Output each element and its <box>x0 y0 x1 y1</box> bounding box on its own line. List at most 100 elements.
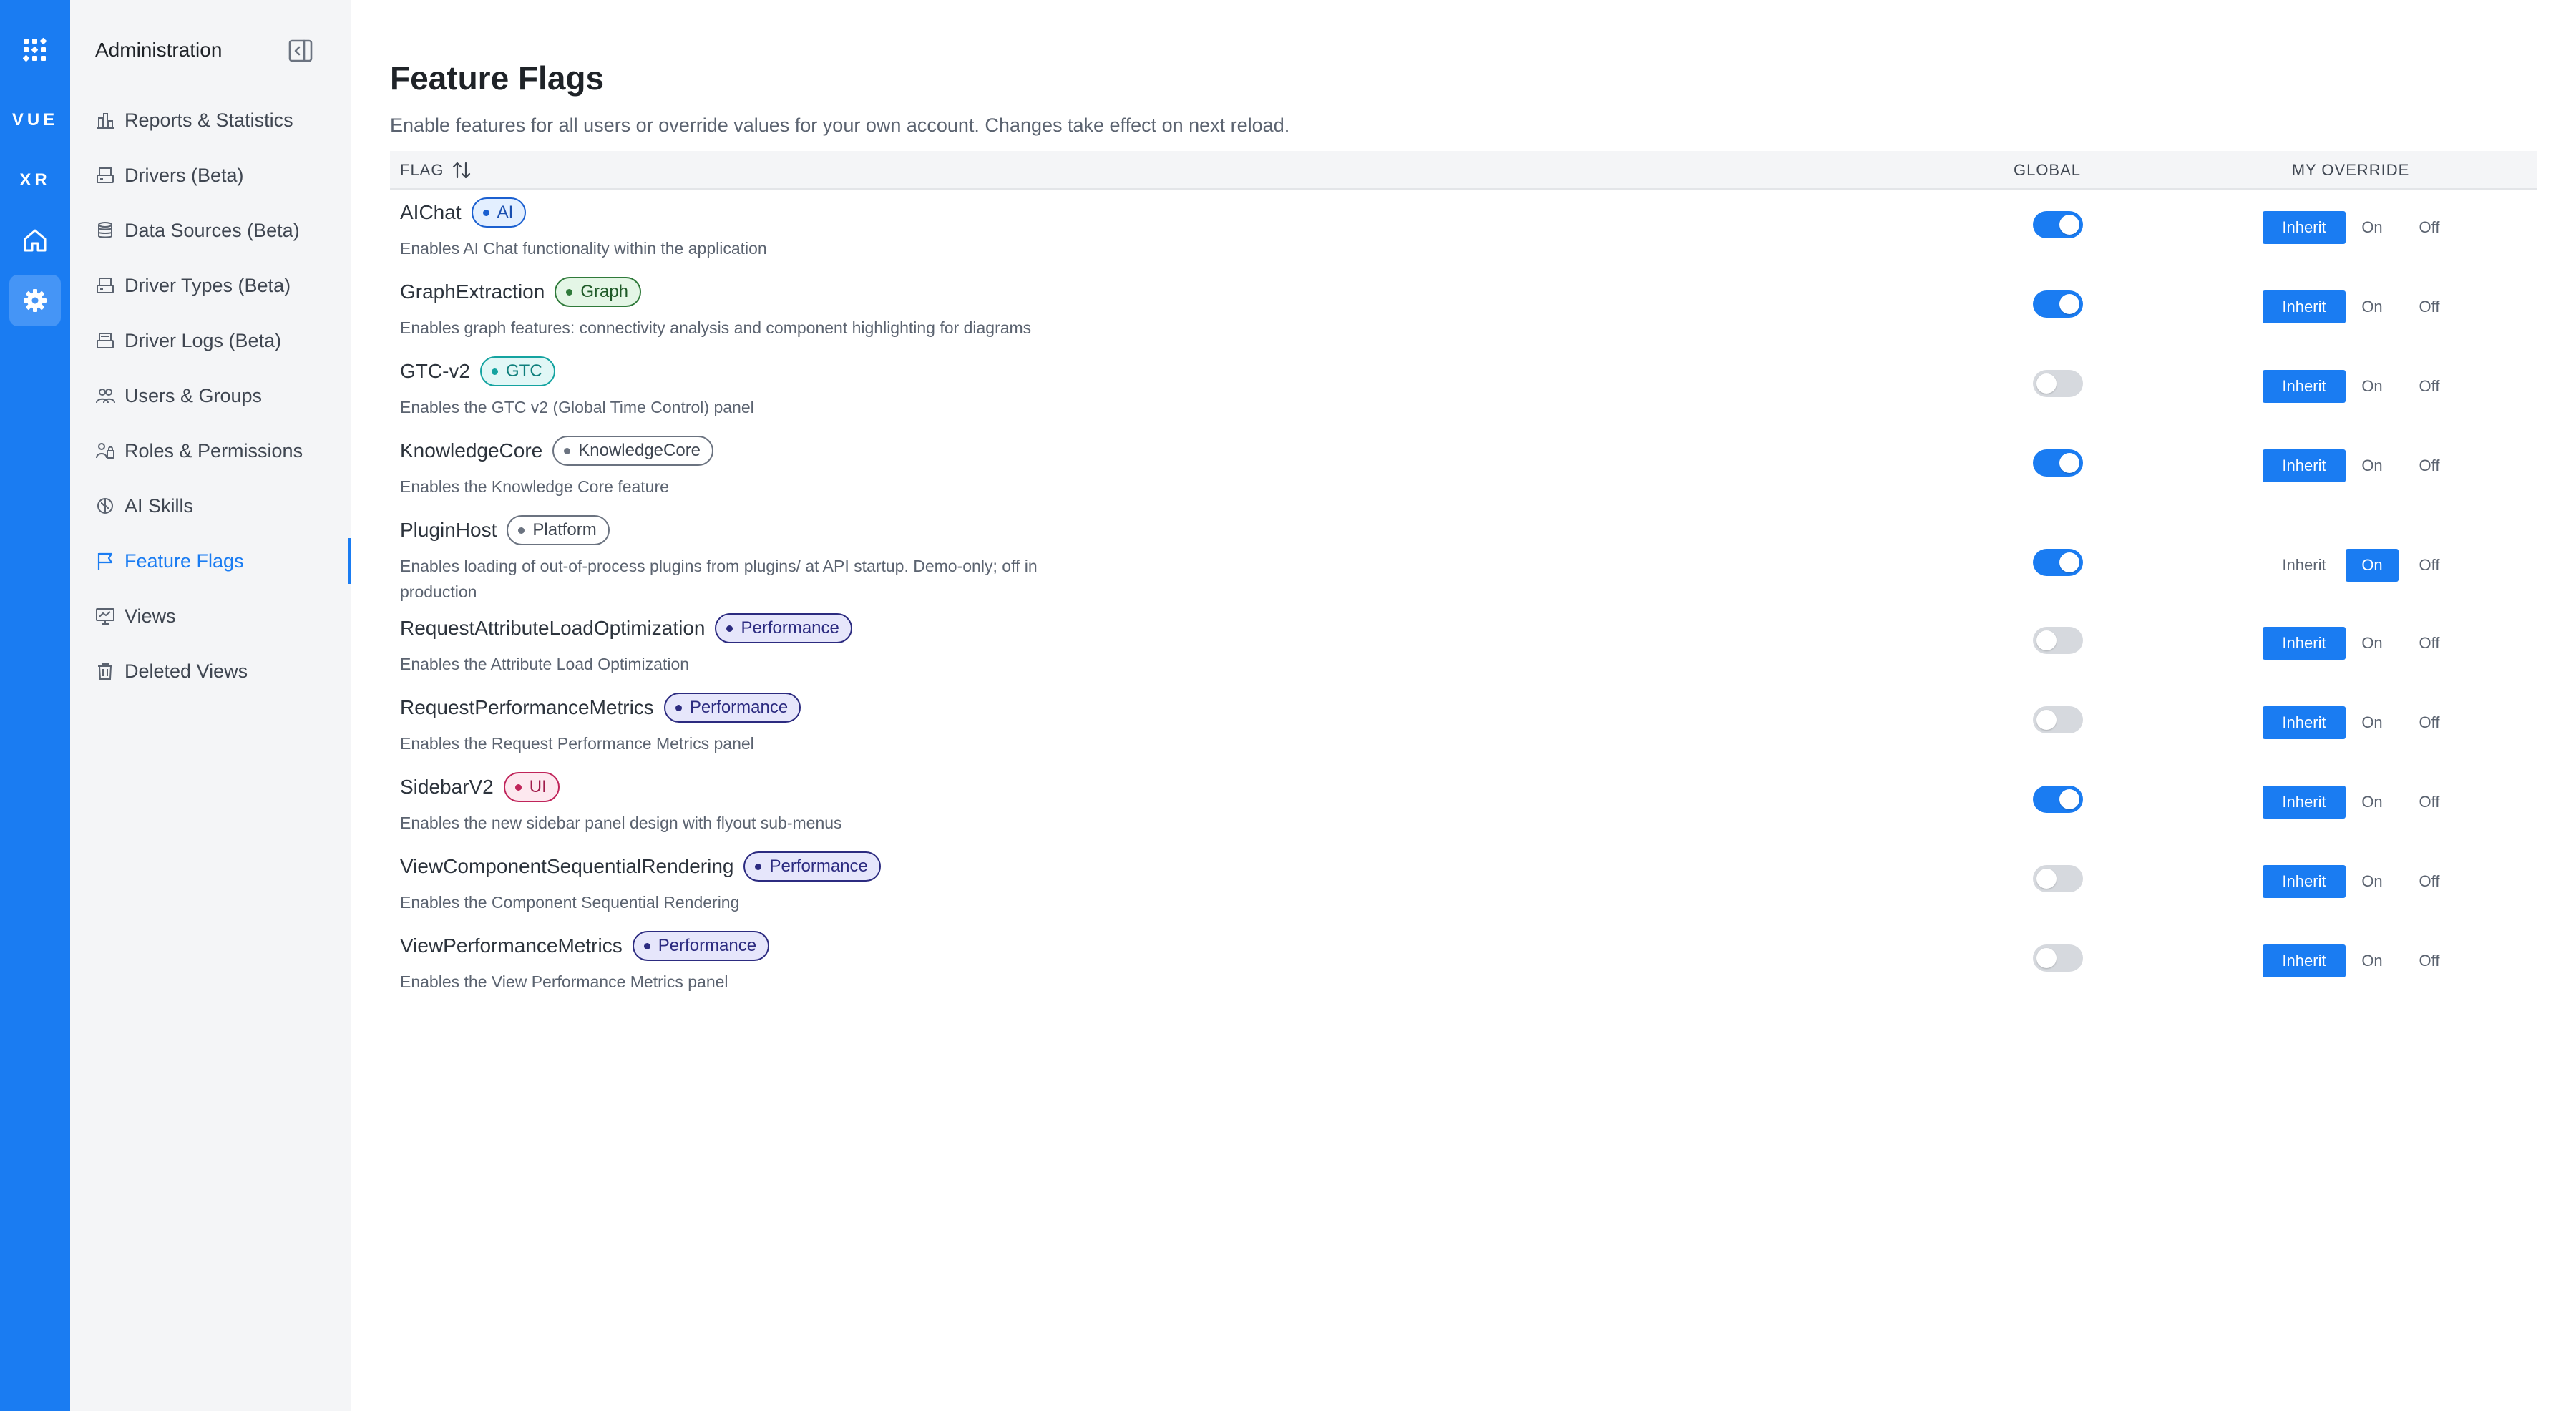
global-toggle[interactable] <box>2033 211 2083 238</box>
sidebar-item-users-groups[interactable]: Users & Groups <box>70 373 351 419</box>
flag-name: ViewComponentSequentialRendering <box>400 855 734 877</box>
global-toggle[interactable] <box>2033 449 2083 477</box>
sidebar-item-driver-types[interactable]: Driver Types (Beta) <box>70 263 351 308</box>
collapse-sidebar-button[interactable] <box>286 36 315 65</box>
override-off-button[interactable]: Off <box>2399 706 2460 739</box>
page-title: Feature Flags <box>390 59 605 97</box>
trash-icon <box>94 660 116 682</box>
override-on-button[interactable]: On <box>2346 627 2399 660</box>
override-segmented-control: Inherit On Off <box>2263 290 2460 323</box>
global-toggle[interactable] <box>2033 627 2083 654</box>
override-on-button[interactable]: On <box>2346 370 2399 403</box>
badge-dot-icon <box>726 625 733 632</box>
global-toggle[interactable] <box>2033 865 2083 892</box>
sidebar-item-roles-permissions[interactable]: Roles & Permissions <box>70 428 351 474</box>
badge-label: Performance <box>658 936 757 955</box>
override-inherit-button[interactable]: Inherit <box>2263 449 2346 482</box>
flag-category-badge: Performance <box>715 613 852 643</box>
flag-category-badge: Performance <box>743 851 881 882</box>
toggle-knob <box>2059 215 2079 235</box>
app-logo-button[interactable] <box>9 24 61 76</box>
rail-settings-button[interactable] <box>9 275 61 326</box>
flag-category-badge: Performance <box>663 693 801 723</box>
sidebar-item-feature-flags[interactable]: Feature Flags <box>70 538 351 584</box>
override-off-button[interactable]: Off <box>2399 370 2460 403</box>
override-off-button[interactable]: Off <box>2399 865 2460 898</box>
sidebar-item-ai-skills[interactable]: AI Skills <box>70 483 351 529</box>
override-inherit-button[interactable]: Inherit <box>2263 865 2346 898</box>
override-segmented-control: Inherit On Off <box>2263 370 2460 403</box>
sidebar-item-label: Deleted Views <box>125 660 248 682</box>
override-on-button[interactable]: On <box>2346 706 2399 739</box>
badge-dot-icon <box>643 942 650 949</box>
badge-label: Performance <box>689 698 789 717</box>
sidebar-item-deleted-views[interactable]: Deleted Views <box>70 648 351 694</box>
override-on-button[interactable]: On <box>2346 865 2399 898</box>
global-toggle[interactable] <box>2033 706 2083 733</box>
badge-label: GTC <box>506 361 542 381</box>
flag-header-label: FLAG <box>400 161 444 179</box>
override-on-button[interactable]: On <box>2346 944 2399 977</box>
flag-column-header[interactable]: FLAG <box>400 151 472 190</box>
override-inherit-button[interactable]: Inherit <box>2263 549 2346 582</box>
badge-label: Graph <box>580 282 629 301</box>
flag-title-line: AIChat AI <box>400 197 527 228</box>
flag-title-line: RequestAttributeLoadOptimization Performa… <box>400 612 852 644</box>
override-on-button[interactable]: On <box>2346 549 2399 582</box>
override-segmented-control: Inherit On Off <box>2263 449 2460 482</box>
badge-label: AI <box>497 202 514 222</box>
users-icon <box>94 385 116 406</box>
flag-description: Enables graph features: connectivity ana… <box>400 318 1032 337</box>
override-off-button[interactable]: Off <box>2399 211 2460 244</box>
global-toggle[interactable] <box>2033 549 2083 576</box>
override-off-button[interactable]: Off <box>2399 627 2460 660</box>
override-off-button[interactable]: Off <box>2399 290 2460 323</box>
flag-title-line: GraphExtraction Graph <box>400 276 642 308</box>
sidebar-item-label: Views <box>125 605 176 627</box>
override-inherit-button[interactable]: Inherit <box>2263 706 2346 739</box>
sidebar-item-reports[interactable]: Reports & Statistics <box>70 97 351 143</box>
sidebar-item-driver-logs[interactable]: Driver Logs (Beta) <box>70 318 351 363</box>
override-on-button[interactable]: On <box>2346 449 2399 482</box>
override-off-button[interactable]: Off <box>2399 786 2460 819</box>
flag-name: ViewPerformanceMetrics <box>400 934 623 957</box>
override-on-button[interactable]: On <box>2346 786 2399 819</box>
override-inherit-button[interactable]: Inherit <box>2263 211 2346 244</box>
flag-name: PluginHost <box>400 519 497 541</box>
override-segmented-control: Inherit On Off <box>2263 549 2460 582</box>
rail-xr-label: XR <box>19 170 51 190</box>
sidebar-item-label: Feature Flags <box>125 550 244 572</box>
main-content: Feature Flags Enable features for all us… <box>351 0 2576 1411</box>
override-off-button[interactable]: Off <box>2399 549 2460 582</box>
global-toggle[interactable] <box>2033 944 2083 972</box>
override-column-header: MY OVERRIDE <box>2291 161 2410 179</box>
sidebar-item-views[interactable]: Views <box>70 593 351 639</box>
badge-dot-icon <box>492 368 498 375</box>
override-on-button[interactable]: On <box>2346 211 2399 244</box>
override-off-button[interactable]: Off <box>2399 944 2460 977</box>
global-toggle[interactable] <box>2033 290 2083 318</box>
override-inherit-button[interactable]: Inherit <box>2263 944 2346 977</box>
override-inherit-button[interactable]: Inherit <box>2263 786 2346 819</box>
toggle-knob <box>2059 294 2079 314</box>
sort-icon[interactable] <box>451 160 472 181</box>
toggle-knob <box>2036 869 2057 889</box>
flag-title-line: ViewPerformanceMetrics Performance <box>400 930 770 962</box>
rail-vue-button[interactable]: VUE <box>9 94 61 146</box>
badge-label: UI <box>529 777 547 796</box>
global-toggle[interactable] <box>2033 370 2083 397</box>
global-toggle[interactable] <box>2033 786 2083 813</box>
admin-sidebar: Administration Reports & Statistics Driv… <box>70 0 351 1411</box>
flag-title-line: SidebarV2 UI <box>400 771 560 803</box>
flag-description: Enables the View Performance Metrics pan… <box>400 972 728 991</box>
sidebar-item-data-sources[interactable]: Data Sources (Beta) <box>70 208 351 253</box>
override-on-button[interactable]: On <box>2346 290 2399 323</box>
rail-xr-button[interactable]: XR <box>9 155 61 206</box>
rail-home-button[interactable] <box>9 215 61 266</box>
override-inherit-button[interactable]: Inherit <box>2263 370 2346 403</box>
override-inherit-button[interactable]: Inherit <box>2263 290 2346 323</box>
sidebar-item-drivers[interactable]: Drivers (Beta) <box>70 152 351 198</box>
override-off-button[interactable]: Off <box>2399 449 2460 482</box>
override-inherit-button[interactable]: Inherit <box>2263 627 2346 660</box>
flag-title-line: RequestPerformanceMetrics Performance <box>400 692 801 723</box>
